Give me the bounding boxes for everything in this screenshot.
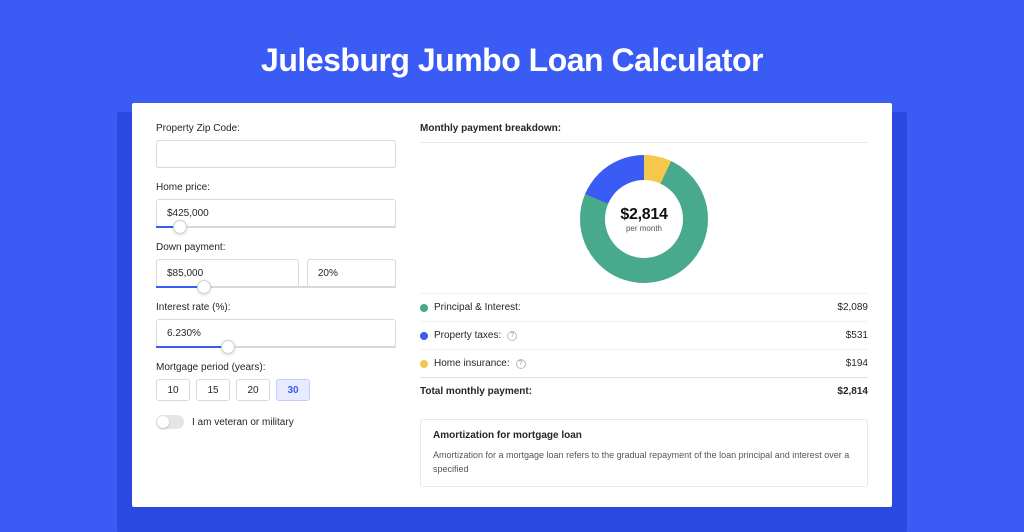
breakdown-row-taxes: Property taxes: ? $531	[420, 321, 868, 349]
slider-thumb[interactable]	[221, 340, 235, 354]
interest-group: Interest rate (%):	[156, 302, 396, 348]
calculator-card: Property Zip Code: Home price: Down paym…	[132, 103, 892, 507]
amortization-title: Amortization for mortgage loan	[433, 430, 855, 441]
breakdown-item-value: $531	[846, 330, 868, 341]
donut-chart-wrap: $2,814 per month	[420, 143, 868, 293]
info-icon[interactable]: ?	[507, 331, 517, 341]
interest-input[interactable]	[156, 319, 396, 347]
toggle-knob	[157, 416, 169, 428]
home-price-group: Home price:	[156, 182, 396, 228]
period-label: Mortgage period (years):	[156, 362, 396, 373]
down-payment-input[interactable]	[156, 259, 299, 287]
down-payment-group: Down payment:	[156, 242, 396, 288]
zip-label: Property Zip Code:	[156, 123, 396, 134]
period-option-10[interactable]: 10	[156, 379, 190, 401]
home-price-label: Home price:	[156, 182, 396, 193]
down-payment-pct-input[interactable]	[307, 259, 396, 287]
legend-dot-icon	[420, 332, 428, 340]
interest-label: Interest rate (%):	[156, 302, 396, 313]
breakdown-item-label: Home insurance:	[434, 358, 510, 369]
period-group: Mortgage period (years): 10 15 20 30	[156, 362, 396, 401]
donut-center: $2,814 per month	[620, 206, 667, 233]
home-price-slider[interactable]	[156, 226, 396, 228]
breakdown-row-insurance: Home insurance: ? $194	[420, 349, 868, 377]
donut-label: per month	[620, 224, 667, 233]
slider-thumb[interactable]	[173, 220, 187, 234]
breakdown-row-total: Total monthly payment: $2,814	[420, 377, 868, 405]
veteran-label: I am veteran or military	[192, 417, 294, 428]
period-option-15[interactable]: 15	[196, 379, 230, 401]
breakdown-item-value: $2,089	[837, 302, 868, 313]
total-value: $2,814	[837, 386, 868, 397]
legend-dot-icon	[420, 360, 428, 368]
breakdown-column: Monthly payment breakdown: $2,814 per mo…	[420, 123, 868, 487]
interest-slider[interactable]	[156, 346, 396, 348]
breakdown-row-principal: Principal & Interest: $2,089	[420, 293, 868, 321]
period-option-30[interactable]: 30	[276, 379, 310, 401]
total-label: Total monthly payment:	[420, 386, 532, 397]
down-payment-label: Down payment:	[156, 242, 396, 253]
breakdown-item-value: $194	[846, 358, 868, 369]
breakdown-item-label: Principal & Interest:	[434, 302, 521, 313]
legend-dot-icon	[420, 304, 428, 312]
amortization-body: Amortization for a mortgage loan refers …	[433, 449, 855, 476]
veteran-row: I am veteran or military	[156, 415, 396, 429]
breakdown-item-label: Property taxes:	[434, 330, 501, 341]
zip-group: Property Zip Code:	[156, 123, 396, 168]
veteran-toggle[interactable]	[156, 415, 184, 429]
form-column: Property Zip Code: Home price: Down paym…	[156, 123, 396, 487]
zip-input[interactable]	[156, 140, 396, 168]
period-option-20[interactable]: 20	[236, 379, 270, 401]
donut-value: $2,814	[620, 206, 667, 224]
amortization-card: Amortization for mortgage loan Amortizat…	[420, 419, 868, 487]
slider-thumb[interactable]	[197, 280, 211, 294]
breakdown-title: Monthly payment breakdown:	[420, 123, 868, 143]
down-payment-slider[interactable]	[156, 286, 396, 288]
period-options: 10 15 20 30	[156, 379, 396, 401]
donut-chart: $2,814 per month	[580, 155, 708, 283]
page-title: Julesburg Jumbo Loan Calculator	[0, 0, 1024, 103]
home-price-input[interactable]	[156, 199, 396, 227]
info-icon[interactable]: ?	[516, 359, 526, 369]
